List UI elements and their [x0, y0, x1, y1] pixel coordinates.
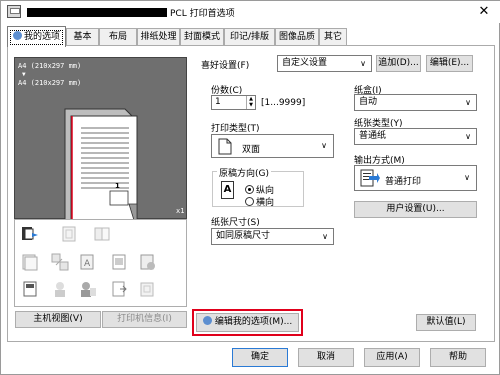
combination-icon[interactable]: [51, 253, 69, 271]
duplex-icon[interactable]: [21, 225, 39, 243]
duplex-page-icon: [218, 138, 232, 155]
window-title: PCL 打印首选项: [27, 6, 235, 19]
redacted-printer-name: [27, 8, 167, 17]
copies-input[interactable]: 1 ▲ ▼: [211, 95, 256, 110]
user-icon: [12, 31, 22, 40]
paper-type-select[interactable]: 普通纸 ∨: [354, 128, 477, 145]
add-favorite-button[interactable]: 追加(D)...: [376, 55, 421, 72]
tray-select[interactable]: 自动 ∨: [354, 94, 477, 111]
duplex-page-graphic: [64, 108, 138, 224]
normal-print-icon: [360, 169, 380, 187]
down-arrow-icon: ▼: [22, 71, 26, 78]
print-type-label: 打印类型(T): [211, 124, 260, 134]
page-number-label: 1: [115, 182, 120, 190]
tab-cover-mode[interactable]: 封面模式: [180, 28, 224, 46]
default-button[interactable]: 默认值(L): [416, 314, 476, 331]
tab-layout[interactable]: 布局: [99, 28, 137, 46]
paper-size-label: 纸张尺寸(S): [211, 218, 260, 228]
copies-stepper[interactable]: ▲ ▼: [246, 96, 255, 109]
main-view-button[interactable]: 主机视图(V): [15, 311, 101, 328]
tab-stamp-composition[interactable]: 印记/排版: [224, 28, 275, 46]
printing-preferences-dialog: PCL 打印首选项 ✕ 我的选项 基本 布局 排纸处理 封面模式 印记/排版 图…: [0, 0, 500, 375]
chevron-down-icon: ∨: [321, 141, 327, 150]
chevron-down-icon: ∨: [322, 232, 328, 241]
cancel-button[interactable]: 取消: [298, 348, 354, 367]
ok-button[interactable]: 确定: [232, 348, 288, 367]
orientation-landscape-radio[interactable]: 横向: [245, 195, 274, 208]
chevron-down-icon: ∨: [360, 59, 366, 68]
page-preview: A4 (210x297 mm) ▼ A4 (210x297 mm) 1 x1: [14, 57, 187, 224]
tab-my-options[interactable]: 我的选项: [7, 26, 66, 47]
cover-icon[interactable]: [21, 280, 39, 298]
printer-app-icon: [7, 5, 21, 18]
zoom-level: x1: [176, 207, 185, 215]
close-icon: ✕: [478, 4, 490, 19]
page-layout-icon[interactable]: [60, 225, 78, 243]
chevron-down-icon: ∨: [464, 173, 470, 182]
highlight-box: [192, 309, 303, 336]
output-method-select[interactable]: 普通打印 ∨: [354, 165, 477, 191]
close-button[interactable]: ✕: [469, 2, 499, 22]
window-title-text: PCL 打印首选项: [170, 9, 235, 19]
svg-text:A: A: [84, 259, 91, 269]
copies-range: [1...9999]: [261, 98, 306, 108]
paper-size-select[interactable]: 如同原稿尺寸 ∨: [211, 228, 334, 245]
print-type-select[interactable]: 双面 ∨: [211, 134, 334, 158]
radio-unselected-icon: [245, 197, 254, 206]
chevron-down-icon: ∨: [465, 132, 471, 141]
portrait-page-icon: A: [221, 181, 234, 199]
original-size-text: A4 (210x297 mm): [18, 62, 82, 70]
box-save-icon[interactable]: [139, 280, 157, 298]
radio-selected-icon: [245, 185, 254, 194]
user-auth-icon[interactable]: [79, 280, 97, 298]
favorites-label: 喜好设置(F): [201, 61, 250, 71]
document-icon[interactable]: [110, 253, 128, 271]
tab-quality[interactable]: 图像品质: [275, 28, 319, 46]
function-icons-panel: A: [14, 219, 187, 307]
insert-sheet-icon[interactable]: [110, 280, 128, 298]
secure-print-icon[interactable]: [51, 280, 69, 298]
help-button[interactable]: 帮助: [430, 348, 486, 367]
favorites-select[interactable]: 自定义设置 ∨: [277, 55, 372, 72]
title-bar: PCL 打印首选项 ✕: [1, 1, 500, 23]
tab-basic[interactable]: 基本: [66, 28, 99, 46]
watermark-icon[interactable]: [139, 253, 157, 271]
text-overlay-icon[interactable]: A: [79, 253, 97, 271]
edit-favorite-button[interactable]: 编辑(E)...: [426, 55, 473, 72]
apply-button[interactable]: 应用(A): [364, 348, 420, 367]
printer-info-button: 打印机信息(I): [102, 311, 187, 328]
paper-size-text: A4 (210x297 mm): [18, 79, 82, 87]
tab-other[interactable]: 其它: [319, 28, 347, 46]
orientation-label: 原稿方向(G): [217, 166, 271, 179]
chevron-down-icon: ∨: [465, 98, 471, 107]
staple-icon[interactable]: [21, 253, 39, 271]
tab-finishing[interactable]: 排纸处理: [137, 28, 180, 46]
booklet-icon[interactable]: [93, 225, 111, 243]
user-settings-button[interactable]: 用户设置(U)...: [354, 201, 477, 218]
